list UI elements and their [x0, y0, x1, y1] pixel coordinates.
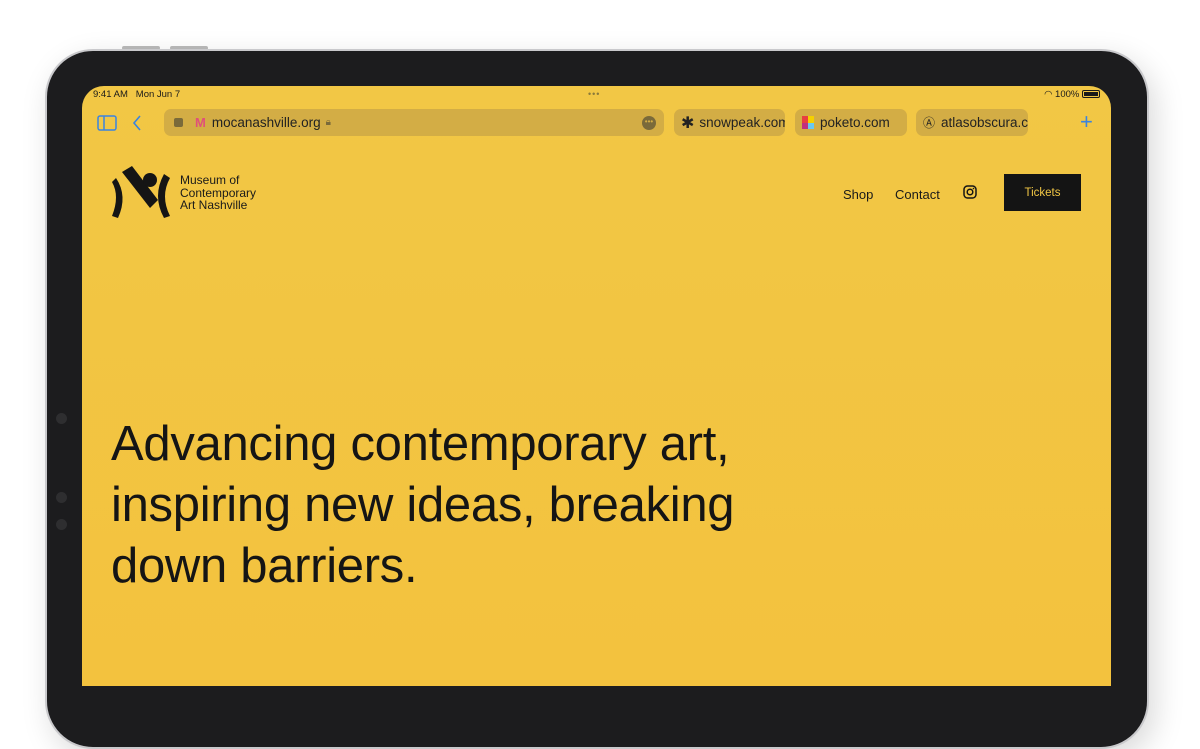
color-squares-icon	[802, 116, 814, 129]
tab-label: snowpeak.com	[699, 115, 785, 130]
logo-line: Museum of	[180, 173, 240, 188]
url-text: mocanashville.org	[211, 115, 321, 130]
battery-icon	[1082, 90, 1100, 99]
nav-shop[interactable]: Shop	[843, 187, 873, 202]
instagram-icon[interactable]	[963, 185, 977, 199]
status-time: 9:41 AM	[93, 89, 128, 100]
tab-snowpeak[interactable]: ✱ snowpeak.com	[674, 109, 785, 136]
side-sensor	[56, 413, 67, 424]
hero-line: down barriers.	[111, 539, 418, 593]
close-tab-icon[interactable]	[174, 118, 183, 127]
moca-favicon-icon: M	[195, 115, 206, 130]
atlas-logo-icon: Ⓐ	[923, 116, 936, 130]
tab-atlasobscura[interactable]: Ⓐ atlasobscura.c	[916, 109, 1028, 136]
moca-logo-mark-icon	[112, 166, 170, 218]
sidebar-icon[interactable]	[97, 115, 117, 131]
address-bar[interactable]: M mocanashville.org 🔒︎ •••	[164, 109, 664, 136]
hero-line: inspiring new ideas, breaking	[111, 478, 735, 532]
logo-line: Art Nashville	[180, 198, 248, 213]
nav-contact[interactable]: Contact	[895, 187, 940, 202]
battery-percent: 100%	[1055, 89, 1080, 100]
tab-label: poketo.com	[820, 115, 890, 130]
lock-icon: 🔒︎	[325, 117, 331, 128]
safari-toolbar: M mocanashville.org 🔒︎ ••• ✱ snowpeak.co…	[82, 109, 1111, 137]
hero-line: Advancing contemporary art,	[111, 417, 730, 471]
wifi-icon: ◠	[1044, 89, 1053, 100]
side-sensor	[56, 492, 67, 503]
screen: 9:41 AM Mon Jun 7 ◠ 100% ••• M mocanashv…	[82, 86, 1111, 686]
new-tab-icon[interactable]: +	[1080, 109, 1093, 135]
multitasking-dots[interactable]: •••	[588, 89, 600, 99]
asterisk-icon: ✱	[681, 114, 695, 132]
side-sensor	[56, 519, 67, 530]
more-icon[interactable]: •••	[642, 115, 656, 130]
hero-heading: Advancing contemporary art, inspiring ne…	[111, 414, 735, 597]
tickets-button[interactable]: Tickets	[1004, 174, 1081, 211]
status-date: Mon Jun 7	[135, 89, 181, 100]
tab-poketo[interactable]: poketo.com	[795, 109, 907, 136]
tab-label: atlasobscura.c	[941, 115, 1028, 130]
back-icon[interactable]	[132, 115, 142, 131]
moca-logo[interactable]: Museum of Contemporary Art Nashville	[112, 166, 256, 220]
logo-text: Museum of Contemporary Art Nashville	[180, 174, 256, 212]
